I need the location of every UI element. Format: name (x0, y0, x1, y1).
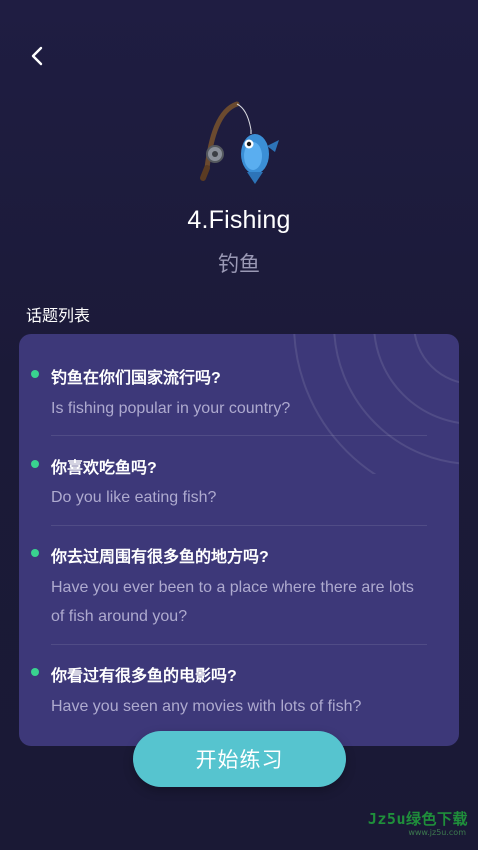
topic-subtitle: 钓鱼 (218, 253, 260, 276)
topic-list-label: 话题列表 (26, 308, 91, 325)
back-button[interactable] (22, 40, 54, 72)
question-cn: 你喜欢吃鱼吗? (51, 460, 157, 477)
question-cn: 钓鱼在你们国家流行吗? (51, 370, 221, 387)
question-cn: 你看过有很多鱼的电影吗? (51, 668, 237, 685)
bullet-dot (31, 370, 39, 378)
bullet-dot (31, 668, 39, 676)
question-en: Have you ever been to a place where ther… (51, 579, 414, 625)
fishing-pole-icon (189, 96, 289, 186)
bullet-dot (31, 460, 39, 468)
watermark-logo: Jz5u绿色下载 (367, 810, 468, 828)
chevron-left-icon (31, 46, 43, 66)
question-en: Do you like eating fish? (51, 489, 217, 506)
topic-list-card: 钓鱼在你们国家流行吗? Is fishing popular in your c… (19, 334, 459, 746)
question-cn: 你去过周围有很多鱼的地方吗? (51, 549, 269, 566)
divider (51, 525, 427, 526)
divider (51, 644, 427, 645)
question-en: Have you seen any movies with lots of fi… (51, 698, 362, 715)
question-en: Is fishing popular in your country? (51, 400, 291, 417)
divider (51, 435, 427, 436)
topic-title: 4.Fishing (187, 206, 291, 234)
watermark-url: www.jz5u.com (408, 828, 466, 837)
bullet-dot (31, 549, 39, 557)
start-practice-button[interactable]: 开始练习 (133, 731, 346, 787)
